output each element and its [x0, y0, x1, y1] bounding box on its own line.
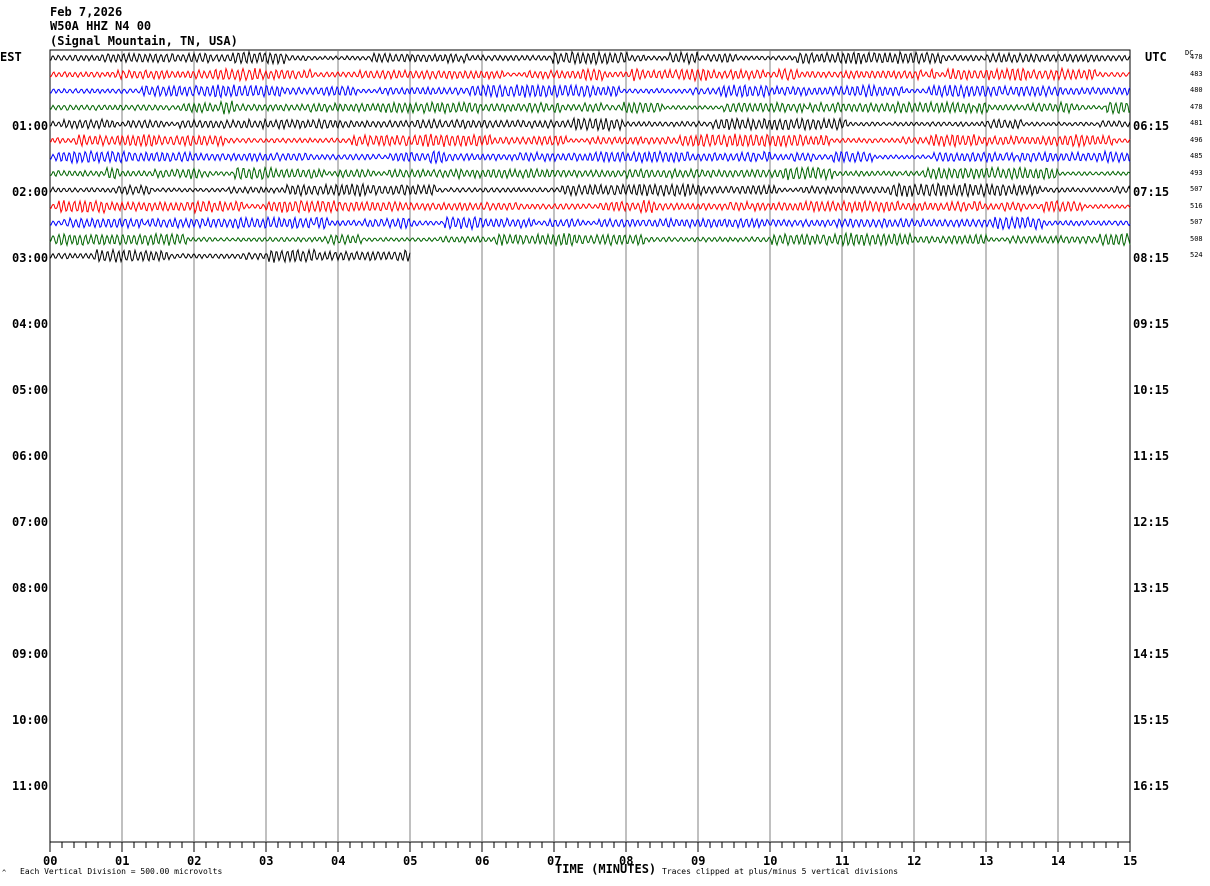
seismic-trace: [49, 215, 1131, 232]
seismic-trace: [49, 49, 1131, 67]
seismic-trace: [49, 149, 1131, 165]
seismic-trace: [49, 133, 1131, 149]
seismic-trace: [49, 182, 1131, 199]
seismic-trace: [49, 116, 1131, 133]
seismic-trace: [49, 83, 1131, 100]
logo-mark: ^: [2, 869, 7, 877]
seismic-trace: [49, 66, 1131, 83]
x-axis-title: TIME (MINUTES): [555, 862, 657, 876]
plot-frame: [49, 49, 1131, 843]
seismic-trace: [49, 99, 1131, 116]
clip-note: Traces clipped at plus/minus 5 vertical …: [662, 867, 899, 876]
helicorder-plot: [49, 49, 1131, 852]
seismic-trace: [49, 165, 1131, 182]
seismic-trace: [49, 231, 1131, 248]
scale-note: Each Vertical Division = 500.00 microvol…: [20, 867, 223, 876]
seismic-trace: [49, 199, 1131, 215]
seismic-trace: [49, 247, 411, 264]
